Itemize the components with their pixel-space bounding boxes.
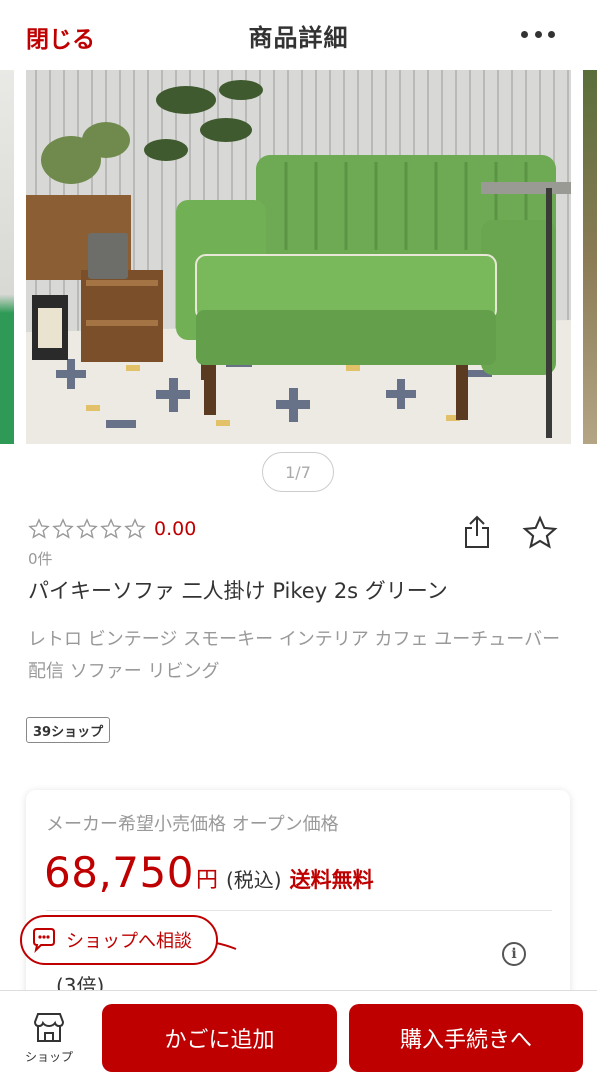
header-bar: 閉じる 商品詳細 — [0, 0, 597, 70]
review-count[interactable]: 0件 — [28, 548, 53, 569]
star-outline-icon — [100, 518, 122, 539]
image-page-indicator: 1/7 — [262, 452, 334, 492]
product-tags: レトロ ビンテージ スモーキー インテリア カフェ ユーチューバー 配信 ソファ… — [28, 629, 561, 682]
favorite-star-icon[interactable] — [522, 515, 558, 551]
divider — [46, 910, 552, 911]
rating-value: 0.00 — [154, 518, 197, 540]
star-outline-icon — [28, 518, 50, 539]
chat-bubble-icon — [33, 928, 55, 954]
add-to-cart-button[interactable]: かごに追加 — [102, 1004, 337, 1072]
store-icon — [33, 1013, 65, 1042]
msrp-label: メーカー希望小売価格 オープン価格 — [46, 814, 339, 835]
price-currency: 円 — [195, 868, 218, 893]
previous-image-peek[interactable] — [0, 70, 14, 444]
star-outline-icon — [52, 518, 74, 539]
more-horizontal-icon[interactable] — [521, 24, 555, 44]
product-photo[interactable] — [26, 70, 571, 444]
product-image-carousel[interactable] — [0, 70, 597, 444]
product-title: パイキーソファ 二人掛け Pikey 2s グリーン — [28, 579, 448, 603]
price-amount: 68,750 — [44, 848, 194, 897]
share-icon[interactable] — [462, 514, 492, 550]
consult-shop-button[interactable]: ショップへ相談 — [20, 915, 218, 965]
consult-pointer-icon — [216, 942, 237, 950]
checkout-button[interactable]: 購入手続きへ — [349, 1004, 583, 1072]
star-outline-icon — [124, 518, 146, 539]
shop-nav-button[interactable]: ショップ — [18, 1010, 80, 1070]
next-image-peek[interactable] — [583, 70, 597, 444]
tax-note: (税込) — [225, 868, 282, 892]
star-rating — [28, 518, 146, 540]
page-title: 商品詳細 — [248, 23, 349, 52]
price-row: 68,750 円 (税込) 送料無料 — [44, 848, 374, 897]
shop-badge: 39ショップ — [26, 717, 111, 743]
star-outline-icon — [76, 518, 98, 539]
price-card: メーカー希望小売価格 オープン価格 68,750 円 (税込) 送料無料 i (… — [26, 790, 570, 1010]
free-shipping-label: 送料無料 — [289, 868, 374, 892]
close-button[interactable]: 閉じる — [26, 20, 95, 54]
shop-nav-label: ショップ — [24, 1050, 73, 1064]
rating-row[interactable]: 0.00 — [28, 514, 196, 544]
info-icon[interactable]: i — [502, 942, 526, 966]
consult-label: ショップへ相談 — [66, 931, 192, 952]
